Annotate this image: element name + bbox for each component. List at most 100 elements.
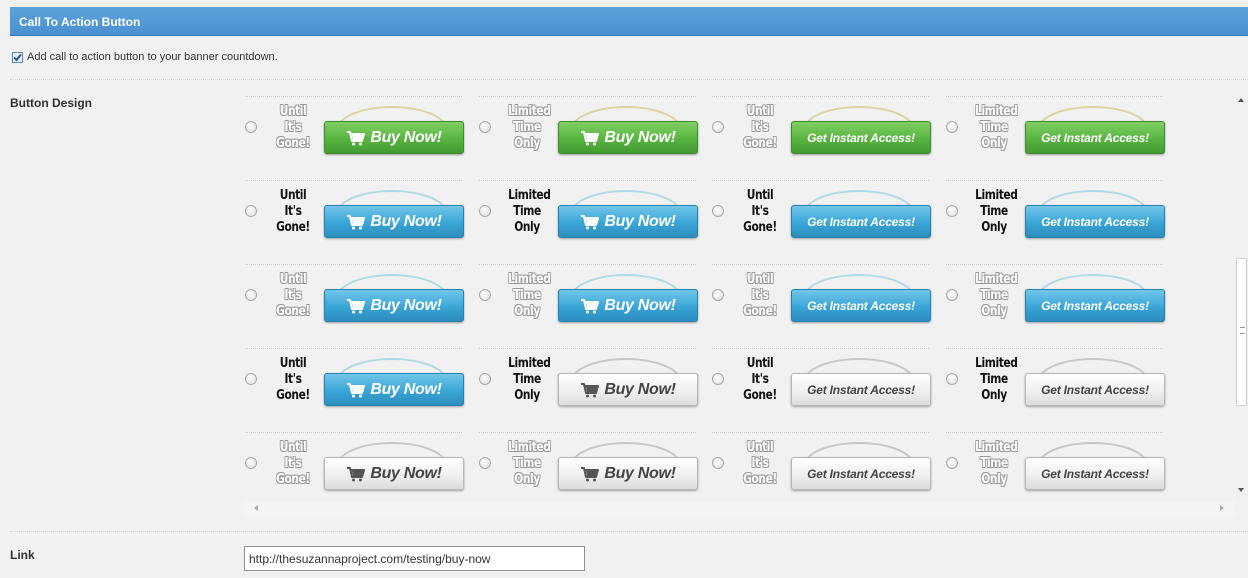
caption-line: Gone!	[743, 388, 777, 403]
cta-button-preview: Get Instant Access!	[791, 373, 931, 406]
button-design-radio[interactable]	[245, 121, 257, 133]
caption-line: Only	[514, 472, 540, 487]
scrollbar-thumb[interactable]	[1236, 258, 1247, 406]
button-design-option[interactable]: Limited Time Only Buy Now!	[478, 256, 698, 340]
cta-button-text: Get Instant Access!	[807, 298, 915, 313]
vertical-scrollbar[interactable]	[1235, 88, 1248, 501]
cta-button-text: Buy Now!	[370, 380, 442, 398]
button-design-option[interactable]: Limited Time Only Buy Now!	[478, 424, 698, 501]
button-design-option[interactable]: Limited Time Only Buy Now!	[478, 340, 698, 424]
button-design-option[interactable]: Limited Time Only Buy Now!	[478, 88, 698, 172]
shopping-cart-icon	[581, 214, 600, 229]
button-design-option[interactable]: Until It's Gone! Get Instant Access!	[711, 172, 931, 256]
cta-button-preview: Buy Now!	[324, 457, 464, 490]
horizontal-scrollbar[interactable]	[244, 501, 1235, 516]
caption-line: Until	[746, 104, 774, 119]
button-design-radio[interactable]	[712, 373, 724, 385]
caption-line: It's	[284, 204, 302, 219]
countdown-caption: Until It's Gone!	[741, 188, 779, 236]
button-design-radio[interactable]	[712, 457, 724, 469]
button-design-radio[interactable]	[479, 205, 491, 217]
countdown-caption: Limited Time Only	[508, 272, 551, 320]
link-input[interactable]	[244, 546, 585, 571]
button-design-radio[interactable]	[946, 289, 958, 301]
button-design-option[interactable]: Until It's Gone! Get Instant Access!	[711, 340, 931, 424]
row-divider	[245, 96, 462, 97]
button-design-option[interactable]: Until It's Gone! Buy Now!	[244, 424, 464, 501]
countdown-caption: Until It's Gone!	[741, 104, 779, 152]
countdown-caption: Until It's Gone!	[274, 440, 312, 488]
cta-button-preview: Get Instant Access!	[791, 289, 931, 322]
button-design-radio[interactable]	[946, 457, 958, 469]
button-design-radio[interactable]	[946, 373, 958, 385]
caption-line: Gone!	[276, 136, 310, 151]
cta-button-text: Get Instant Access!	[1041, 214, 1149, 229]
button-design-option[interactable]: Until It's Gone! Buy Now!	[244, 340, 464, 424]
grip-icon	[1240, 327, 1245, 334]
button-design-radio[interactable]	[712, 289, 724, 301]
caption-line: Gone!	[276, 304, 310, 319]
countdown-caption: Until It's Gone!	[274, 356, 312, 404]
button-design-radio[interactable]	[479, 121, 491, 133]
row-divider	[712, 96, 929, 97]
button-design-radio[interactable]	[946, 121, 958, 133]
caption-line: Gone!	[743, 220, 777, 235]
scroll-left-arrow-icon[interactable]	[254, 505, 258, 511]
cta-button-preview: Get Instant Access!	[1025, 205, 1165, 238]
caption-line: Only	[514, 136, 540, 151]
button-design-option[interactable]: Until It's Gone! Get Instant Access!	[711, 424, 931, 501]
caption-line: Limited	[508, 356, 551, 371]
caption-line: Time	[513, 456, 541, 471]
button-design-option[interactable]: Limited Time Only Get Instant Access!	[945, 172, 1165, 256]
button-design-radio[interactable]	[245, 289, 257, 301]
button-design-radio[interactable]	[245, 457, 257, 469]
button-design-option[interactable]: Limited Time Only Get Instant Access!	[945, 88, 1165, 172]
section-header: Call To Action Button	[10, 7, 1248, 36]
button-design-radio[interactable]	[245, 205, 257, 217]
caption-line: Until	[279, 356, 307, 371]
button-design-radio[interactable]	[712, 205, 724, 217]
button-design-radio[interactable]	[479, 289, 491, 301]
countdown-caption: Limited Time Only	[508, 104, 551, 152]
row-divider	[245, 432, 462, 433]
enable-cta-checkbox[interactable]	[12, 51, 23, 63]
caption-line: Time	[980, 204, 1008, 219]
caption-line: Only	[981, 136, 1007, 151]
button-design-option[interactable]: Limited Time Only Buy Now!	[478, 172, 698, 256]
button-design-radio[interactable]	[712, 121, 724, 133]
row-divider	[245, 180, 462, 181]
caption-line: Until	[746, 272, 774, 287]
row-divider	[946, 348, 1163, 349]
button-design-option[interactable]: Limited Time Only Get Instant Access!	[945, 340, 1165, 424]
button-design-option[interactable]: Until It's Gone! Buy Now!	[244, 172, 464, 256]
countdown-caption: Until It's Gone!	[274, 272, 312, 320]
caption-line: It's	[751, 288, 769, 303]
caption-line: Until	[746, 440, 774, 455]
caption-line: Only	[981, 388, 1007, 403]
button-design-option[interactable]: Until It's Gone! Buy Now!	[244, 88, 464, 172]
caption-line: Until	[279, 104, 307, 119]
caption-line: Gone!	[276, 388, 310, 403]
button-design-radio[interactable]	[479, 373, 491, 385]
countdown-caption: Limited Time Only	[975, 188, 1018, 236]
caption-line: Only	[981, 220, 1007, 235]
button-design-option[interactable]: Until It's Gone! Get Instant Access!	[711, 256, 931, 340]
button-design-option[interactable]: Limited Time Only Get Instant Access!	[945, 424, 1165, 501]
caption-line: Limited	[975, 188, 1018, 203]
shopping-cart-icon	[347, 298, 366, 313]
button-design-option[interactable]: Until It's Gone! Get Instant Access!	[711, 88, 931, 172]
caption-line: Limited	[508, 272, 551, 287]
button-design-radio[interactable]	[245, 373, 257, 385]
divider	[10, 79, 1248, 80]
caption-line: Limited	[975, 272, 1018, 287]
row-divider	[479, 432, 696, 433]
scroll-right-arrow-icon[interactable]	[1220, 505, 1224, 511]
scroll-up-arrow-icon[interactable]	[1238, 98, 1244, 102]
button-design-option[interactable]: Limited Time Only Get Instant Access!	[945, 256, 1165, 340]
scroll-down-arrow-icon[interactable]	[1238, 488, 1244, 492]
divider	[10, 531, 1248, 532]
button-design-radio[interactable]	[479, 457, 491, 469]
row-divider	[946, 180, 1163, 181]
button-design-radio[interactable]	[946, 205, 958, 217]
button-design-option[interactable]: Until It's Gone! Buy Now!	[244, 256, 464, 340]
